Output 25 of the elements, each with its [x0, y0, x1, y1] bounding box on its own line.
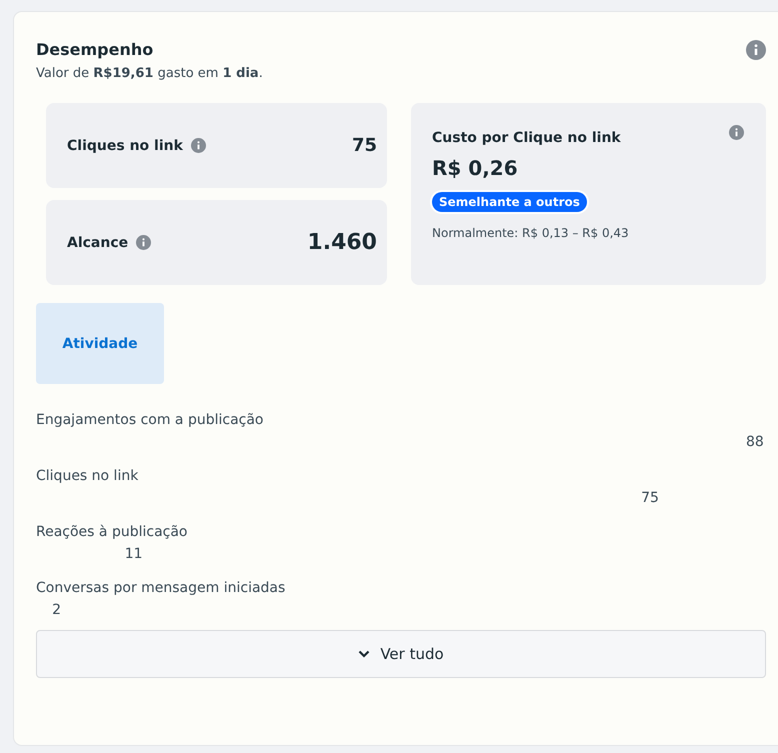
info-icon: [746, 40, 766, 60]
comparison-badge: Semelhante a outros: [432, 192, 587, 212]
spend-summary: Valor de R$19,61 gasto em 1 dia.: [36, 66, 264, 81]
metric-label: Alcance: [67, 234, 128, 250]
metric-value: 1.460: [307, 230, 377, 255]
activity-value: 2: [52, 602, 62, 618]
cost-label: Custo por Clique no link: [432, 130, 621, 146]
cost-value: R$ 0,26: [432, 156, 519, 180]
activity-label: Reações à publicação: [36, 524, 188, 540]
activity-value: 88: [746, 434, 764, 450]
info-icon: [729, 125, 744, 140]
activity-value: 75: [641, 490, 659, 506]
chevron-down-icon: [358, 650, 370, 658]
typical-range: Normalmente: R$ 0,13 – R$ 0,43: [432, 226, 630, 240]
activity-tab[interactable]: Atividade: [36, 303, 164, 384]
info-icon: [136, 235, 152, 250]
see-all-button[interactable]: Ver tudo: [36, 630, 766, 678]
activity-label: Engajamentos com a publicação: [36, 412, 264, 428]
activity-label: Conversas por mensagem iniciadas: [36, 580, 286, 596]
metric-value: 75: [352, 135, 377, 156]
activity-label: Cliques no link: [36, 468, 140, 484]
metric-label: Cliques no link: [67, 138, 183, 154]
section-title: Desempenho: [36, 40, 154, 60]
activity-value: 11: [124, 546, 143, 562]
info-icon: [190, 138, 206, 153]
